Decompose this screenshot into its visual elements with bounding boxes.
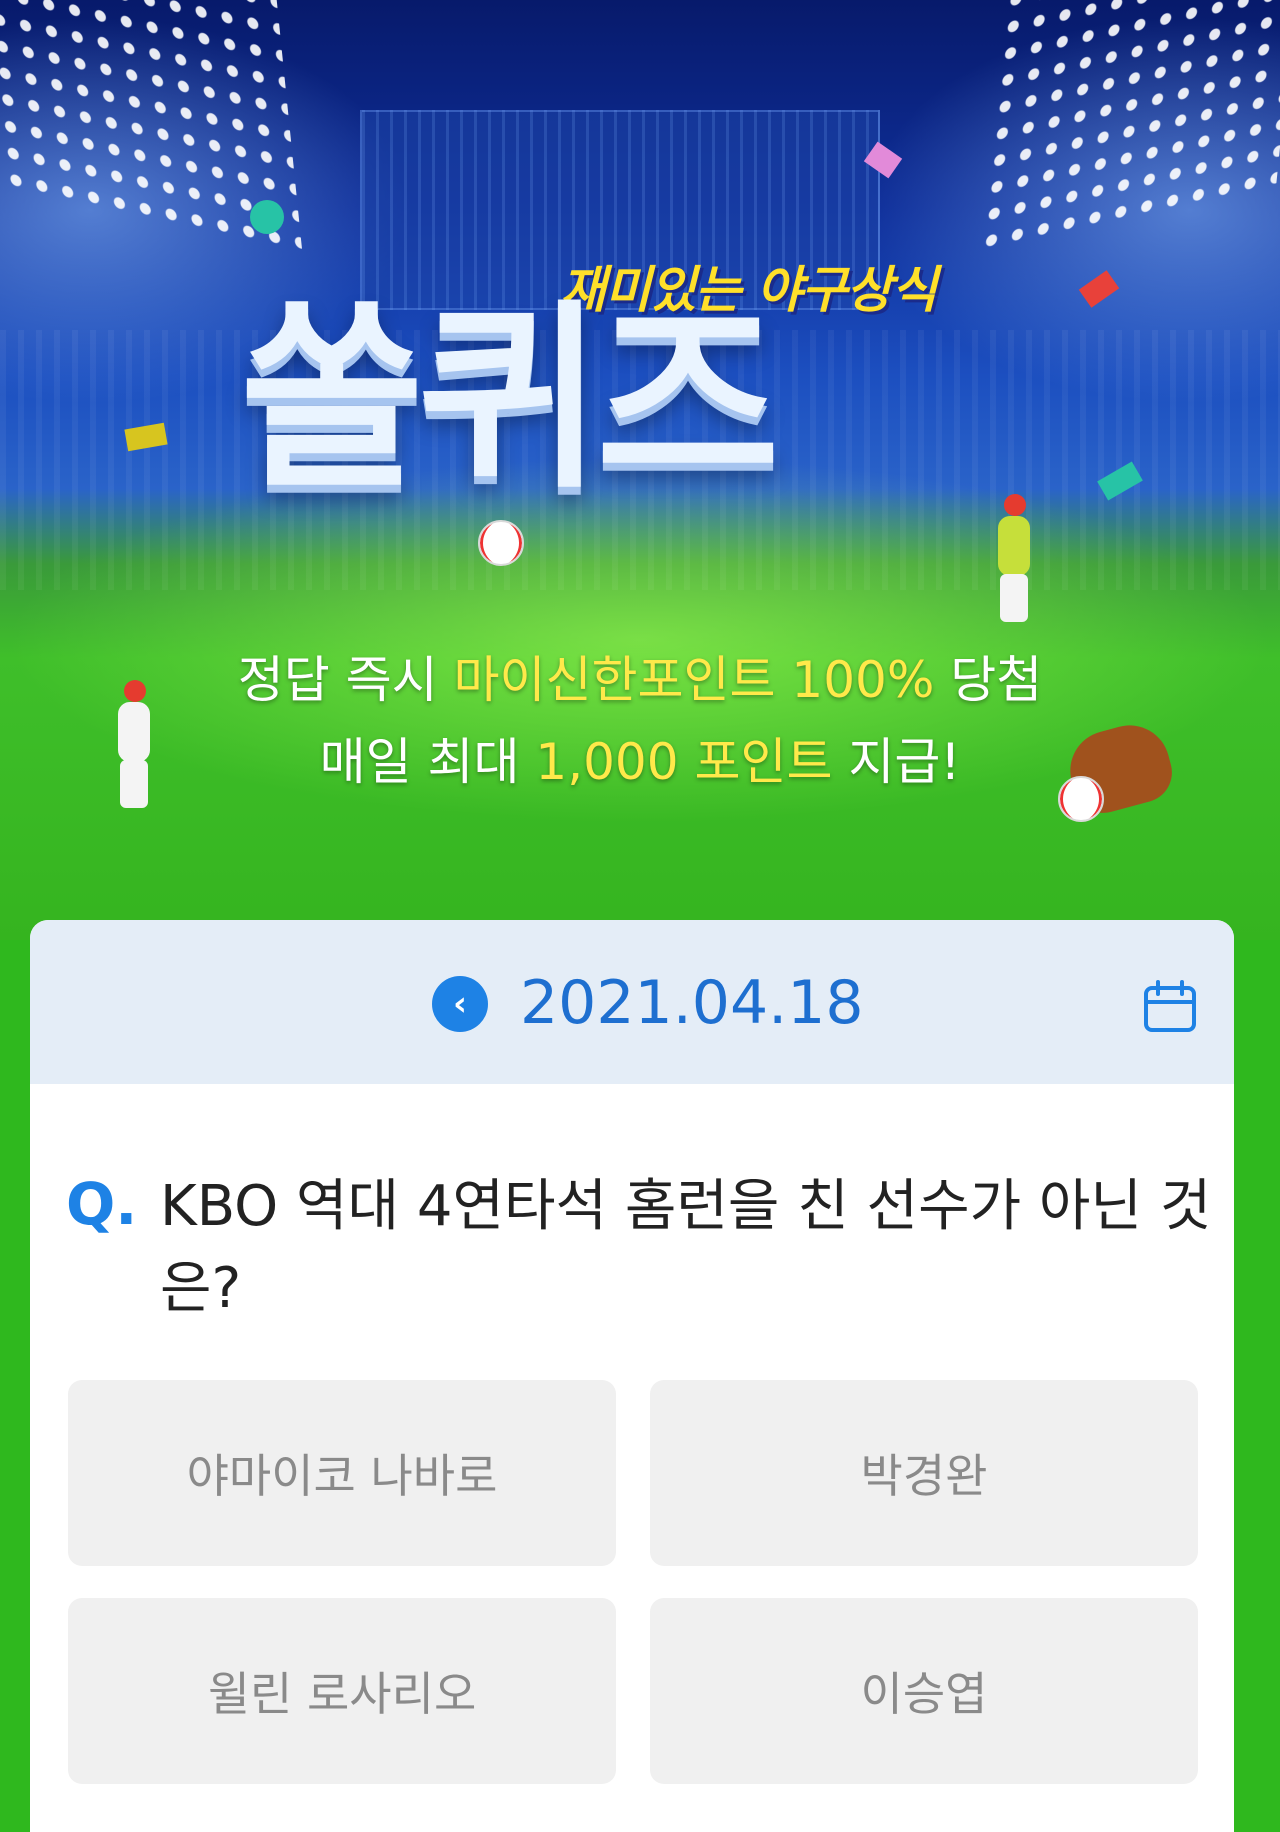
- quiz-date: 2021.04.18: [520, 968, 864, 1038]
- calendar-icon: [1144, 980, 1196, 1032]
- calendar-button[interactable]: [1142, 980, 1198, 1034]
- baseball-icon: [478, 520, 524, 566]
- answer-option-3[interactable]: 윌린 로사리오: [68, 1598, 616, 1784]
- question-text: KBO 역대 4연타석 홈런을 친 선수가 아닌 것은?: [160, 1174, 1212, 1321]
- quiz-card: ‹ 2021.04.18 Q. KBO 역대 4연타석 홈런을 친 선수가 아닌…: [30, 920, 1234, 1832]
- banner-title: 쏠퀴즈: [240, 283, 780, 516]
- answer-option-4[interactable]: 이승엽: [650, 1598, 1198, 1784]
- date-navigation: ‹ 2021.04.18: [30, 920, 1234, 1084]
- promo-line-1: 정답 즉시 마이신한포인트 100% 당첨: [237, 651, 1043, 709]
- chevron-left-icon: ‹: [452, 984, 467, 1024]
- question-marker: Q.: [66, 1170, 138, 1238]
- previous-date-button[interactable]: ‹: [432, 976, 488, 1032]
- confetti-icon: [250, 200, 284, 234]
- promo-line-2: 매일 최대 1,000 포인트 지급!: [319, 733, 961, 791]
- hero-banner: 재미있는 야구상식 쏠퀴즈 정답 즉시 마이신한포인트 100% 당첨 매일 최…: [0, 0, 1280, 940]
- answer-option-1[interactable]: 야마이코 나바로: [68, 1380, 616, 1566]
- answer-option-2[interactable]: 박경완: [650, 1380, 1198, 1566]
- batter-illustration: [984, 494, 1044, 624]
